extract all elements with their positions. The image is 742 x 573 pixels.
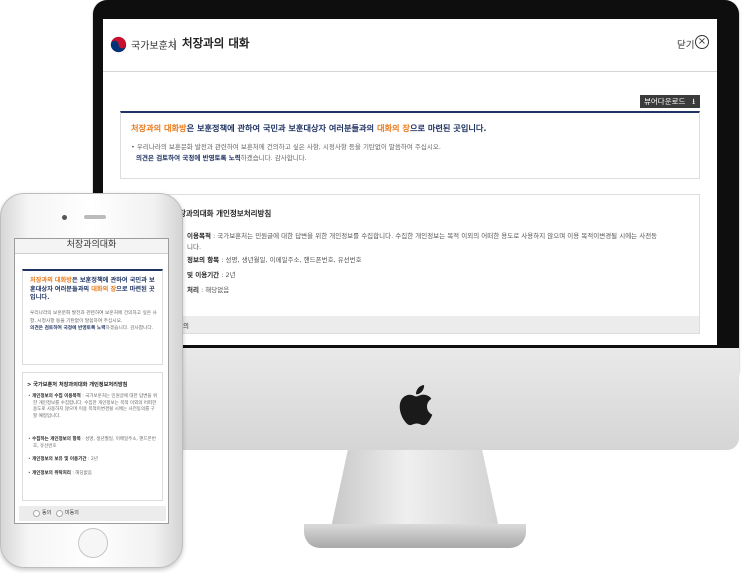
desktop-screen: 국가보훈처 처장과의 대화 닫기 × 뷰어다운로드 ⭳ 처장과의 대화방은 보훈… (103, 19, 717, 345)
header-divider (174, 38, 175, 50)
close-label[interactable]: 닫기 (677, 37, 694, 51)
privacy-line-period-text: : 2년 (219, 271, 236, 279)
mobile-privacy-item: • 개인정보의 위탁처리 : 해당없음 (28, 471, 92, 476)
mobile-consent-bar: 동의 미동의 (19, 506, 166, 521)
mobile-intro-title: 처장과의 대화방은 보훈정책에 관하여 국민과 보훈대상자 여러분들과의 대화의… (30, 277, 158, 303)
intro-title-text: 은 보훈정책에 관하여 국민과 보훈대상자 여러분들과의 (186, 123, 377, 133)
mobile-intro-desc-text: 우리나라의 보훈문화 발전과 관련하여 보훈처에 건의하고 싶은 사항, 시정사… (30, 311, 157, 324)
home-button[interactable] (78, 528, 108, 558)
intro-desc-bold: 의견은 검토하여 국정에 반영토록 노력 (136, 154, 241, 162)
privacy-line-period-label: 및 이용기간 (187, 271, 220, 279)
privacy-line-outsourcing: 처리 : 해당없음 (187, 284, 229, 294)
intro-title-end: 으로 마련된 곳입니다. (409, 123, 487, 133)
privacy-title: 장과의대화 개인정보처리방침 (179, 209, 272, 218)
org-name: 국가보훈처 (131, 41, 177, 52)
intro-title-highlight-2: 대화의 장 (376, 123, 410, 133)
mobile-intro-highlight-2: 대화의 장 (91, 285, 117, 293)
disagree-label[interactable]: 미동의 (65, 509, 79, 516)
intro-desc-line1: • 우리나라의 보훈문화 발전과 관련하여 보훈처에 건의하고 싶은 사항, 시… (131, 143, 441, 151)
intro-title: 처장과의 대화방은 보훈정책에 관하여 국민과 보훈대상자 여러분들과의 대화의… (131, 122, 487, 134)
page-title: 처장과의 대화 (182, 36, 250, 50)
mobile-privacy-item: • 개인정보의 수집 이용목적 : 국가보훈처는 민원글에 대한 답변을 위한 … (28, 394, 158, 419)
consent-bar: 의 (121, 316, 699, 333)
intro-title-highlight: 처장과의 대화방 (131, 123, 187, 133)
mobile-privacy-item-label: 개인정보의 수집 이용목적 (32, 394, 81, 399)
privacy-line-outsourcing-text: : 해당없음 (198, 286, 230, 294)
mobile-header: 처장과의대화 (15, 239, 168, 254)
mobile-privacy-item: • 개인정보의 보유 및 이용기간 : 2년 (28, 457, 98, 462)
privacy-line-purpose-text: : 국가보훈처는 민원글에 대한 답변을 위한 개인정보를 수집합니다. 수집한… (210, 232, 658, 240)
privacy-policy-box: 장과의대화 개인정보처리방침 이용목적 : 국가보훈처는 민원글에 대한 답변을… (120, 194, 700, 334)
mobile-privacy-box: > 국가보훈처 처장과의대화 개인정보처리방침 • 개인정보의 수집 이용목적 … (22, 372, 163, 501)
intro-description: • 우리나라의 보훈문화 발전과 관련하여 보훈처에 건의하고 싶은 사항, 시… (131, 142, 441, 164)
imac-stand-neck (331, 450, 499, 528)
privacy-line-items: 정보의 항목 : 성명, 생년월일, 이메일주소, 핸드폰번호, 유선번호 (187, 254, 362, 264)
download-icon: ⭳ (692, 97, 695, 106)
mobile-screen: 처장과의대화 처장과의 대화방은 보훈정책에 관하여 국민과 보훈대상자 여러분… (14, 238, 169, 524)
mobile-privacy-item-label: 개인정보의 위탁처리 (32, 471, 71, 476)
mobile-intro-desc-bold: 의견은 검토하여 국정에 반영토록 노력 (30, 326, 106, 332)
taegeuk-emblem-icon (110, 36, 127, 53)
agree-radio[interactable] (33, 510, 40, 517)
close-icon[interactable]: × (695, 35, 709, 49)
phone-camera (62, 215, 67, 220)
phone-frame: 처장과의대화 처장과의 대화방은 보훈정책에 관하여 국민과 보훈대상자 여러분… (0, 193, 183, 568)
mobile-privacy-item-text: : 해당없음 (70, 471, 92, 476)
mobile-privacy-item-text: : 2년 (86, 457, 98, 462)
apple-logo-icon (399, 385, 433, 426)
viewer-download-label: 뷰어다운로드 (644, 97, 686, 106)
privacy-line-items-label: 정보의 항목 (187, 256, 220, 264)
mobile-privacy-item-label: 개인정보의 보유 및 이용기간 (32, 457, 87, 462)
privacy-line-purpose-cont: 니다. (187, 243, 202, 251)
privacy-line-items-text: : 성명, 생년월일, 이메일주소, 핸드폰번호, 유선번호 (219, 256, 362, 264)
mobile-page-title: 처장과의대화 (66, 240, 117, 250)
mobile-intro-highlight: 처장과의 대화방 (30, 277, 73, 284)
site-header: 국가보훈처 처장과의 대화 닫기 × (103, 19, 717, 72)
mobile-intro-description: 우리나라의 보훈문화 발전과 관련하여 보훈처에 건의하고 싶은 사항, 시정사… (30, 310, 160, 333)
privacy-line-purpose-label: 이용목적 (187, 232, 211, 240)
privacy-line-outsourcing-label: 처리 (187, 286, 199, 294)
disagree-radio[interactable] (56, 510, 63, 517)
privacy-line-period: 및 이용기간 : 2년 (187, 269, 236, 279)
intro-desc-rest: 하겠습니다. 감사합니다. (240, 154, 307, 162)
agree-label[interactable]: 동의 (42, 509, 51, 516)
phone-speaker (84, 215, 106, 219)
mobile-privacy-title: > 국가보훈처 처장과의대화 개인정보처리방침 (27, 382, 128, 388)
imac-stand-foot (304, 524, 526, 548)
mobile-intro-box: 처장과의 대화방은 보훈정책에 관하여 국민과 보훈대상자 여러분들과의 대화의… (22, 269, 163, 365)
mobile-privacy-item: • 수집하는 개인정보의 항목 : 성명, 생년월일, 이메일주소, 핸드폰번호… (28, 437, 156, 449)
mobile-privacy-item-label: 수집하는 개인정보의 항목 (32, 437, 81, 442)
consent-label-partial[interactable]: 의 (183, 320, 189, 330)
intro-box: 처장과의 대화방은 보훈정책에 관하여 국민과 보훈대상자 여러분들과의 대화의… (120, 111, 700, 179)
viewer-download-button[interactable]: 뷰어다운로드 ⭳ (640, 95, 700, 108)
mobile-intro-desc-rest: 하겠습니다. 감사합니다. (105, 326, 154, 332)
privacy-line-purpose: 이용목적 : 국가보훈처는 민원글에 대한 답변을 위한 개인정보를 수집합니다… (187, 230, 657, 240)
